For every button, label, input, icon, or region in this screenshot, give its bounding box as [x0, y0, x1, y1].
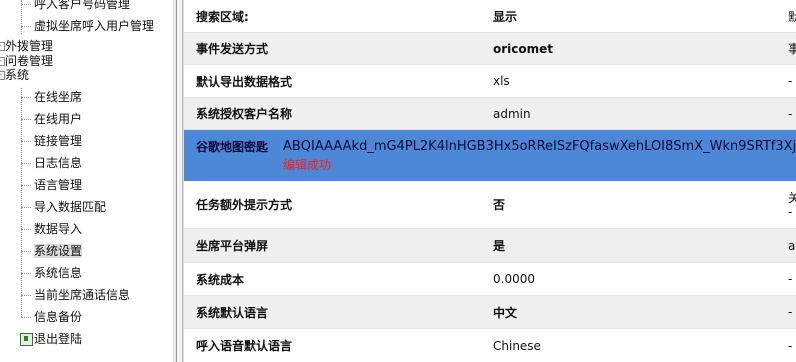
- sidebar-item-label: 虚拟坐席呼入用户管理: [34, 19, 155, 33]
- tree-connector: [21, 4, 31, 5]
- sidebar-item-label: 系统信息: [34, 266, 83, 280]
- setting-value: 是: [493, 239, 506, 253]
- tree-connector: [21, 119, 31, 120]
- setting-label: 系统成本: [196, 272, 245, 287]
- sidebar-item-logout[interactable]: 退出登陆: [34, 330, 82, 348]
- table-row[interactable]: 默认导出数据格式 xls -: [184, 65, 796, 98]
- sidebar-item-logs[interactable]: 日志信息: [34, 154, 82, 172]
- sidebar-item-languages[interactable]: 语言管理: [34, 176, 82, 194]
- sidebar-item-virtual-agent-users[interactable]: 虚拟坐席呼入用户管理: [34, 17, 154, 35]
- panel-splitter[interactable]: [173, 0, 184, 362]
- setting-extra: -: [788, 272, 793, 286]
- sidebar-item-label: 导入数据匹配: [34, 200, 107, 214]
- tree-connector: [21, 97, 31, 98]
- table-row[interactable]: 系统授权客户名称 admin -: [184, 98, 796, 130]
- setting-extra: -: [788, 106, 793, 121]
- setting-label: 系统授权客户名称: [196, 107, 293, 121]
- sidebar-item-label: 语言管理: [34, 178, 83, 192]
- tree-connector: [21, 163, 31, 164]
- setting-label: 默认导出数据格式: [196, 74, 293, 89]
- setting-value: oricomet: [493, 41, 554, 56]
- setting-label: 搜索区域:: [196, 9, 249, 24]
- sidebar-item-label: 信息备份: [34, 310, 83, 324]
- tree-connector: [21, 251, 31, 252]
- tree-connector: [21, 88, 22, 317]
- table-row[interactable]: 事件发送方式 oricomet 事: [184, 33, 796, 65]
- edit-success-message: 编辑成功: [283, 158, 332, 172]
- setting-value: Chinese: [493, 338, 541, 353]
- sidebar-item-current-calls[interactable]: 当前坐席通话信息: [34, 286, 130, 304]
- sidebar-item-import-matching[interactable]: 导入数据匹配: [34, 198, 106, 216]
- sidebar-item-label: 呼入客户号码管理: [34, 0, 131, 11]
- tree-connector: [21, 295, 31, 296]
- setting-value: 否: [493, 198, 506, 212]
- setting-label: 坐席平台弹屏: [196, 239, 269, 253]
- setting-extra: 事: [788, 42, 796, 56]
- sidebar-item-label: 外拨管理: [5, 39, 54, 53]
- setting-label: 系统默认语言: [196, 305, 269, 320]
- sidebar-item-system-info[interactable]: 系统信息: [34, 264, 82, 282]
- settings-table: 搜索区域: 显示 默 事件发送方式 oricomet 事 默认导出数据格式 xl…: [184, 0, 796, 362]
- tree-connector: [21, 273, 31, 274]
- sidebar-item-online-users[interactable]: 在线用户: [34, 110, 82, 128]
- sidebar-item-backup[interactable]: 信息备份: [34, 308, 82, 326]
- sidebar-item-links[interactable]: 链接管理: [34, 132, 82, 150]
- setting-value: 0.0000: [493, 272, 535, 286]
- sidebar-item-label: 数据导入: [34, 222, 83, 236]
- table-row[interactable]: 任务额外提示方式 否 关 -: [184, 181, 796, 229]
- tree-connector: [21, 141, 31, 142]
- tree-connector: [21, 317, 31, 318]
- sidebar-item-inbound-numbers[interactable]: 呼入客户号码管理: [34, 0, 130, 13]
- sidebar-item-label: 当前坐席通话信息: [34, 288, 131, 302]
- sidebar-item-label: 日志信息: [34, 156, 83, 170]
- sidebar-item-system-settings[interactable]: 系统设置: [34, 242, 83, 260]
- navigation-tree: - - - 呼入客户号码管理 虚拟坐席呼入用户管理 外拨管理 问卷管理 系统 在…: [0, 0, 173, 362]
- setting-label: 事件发送方式: [196, 42, 269, 56]
- table-row[interactable]: 坐席平台弹屏 是 ac: [184, 229, 796, 263]
- setting-extra: -: [788, 338, 793, 353]
- sidebar-item-label: 系统设置: [34, 244, 83, 258]
- setting-value: 中文: [493, 305, 518, 320]
- setting-label: 任务额外提示方式: [196, 198, 293, 212]
- tree-connector: [21, 26, 31, 27]
- sidebar-item-label: 退出登陆: [34, 332, 83, 346]
- setting-value: admin: [493, 106, 531, 121]
- tree-connector: [21, 207, 31, 208]
- table-row-editing[interactable]: 谷歌地图密匙 ABQIAAAAkd_mG4PL2K4lnHGB3Hx5oRReI…: [184, 130, 796, 181]
- setting-extra: -: [788, 74, 793, 88]
- setting-extra: 关 -: [788, 190, 796, 219]
- google-map-key-value[interactable]: ABQIAAAAkd_mG4PL2K4lnHGB3Hx5oRReISzFQfas…: [283, 139, 796, 154]
- sidebar-item-system[interactable]: 系统: [5, 66, 29, 84]
- sidebar-item-label: 在线坐席: [34, 90, 83, 104]
- sidebar-item-online-agents[interactable]: 在线坐席: [34, 88, 82, 106]
- tree-connector: [21, 0, 22, 34]
- setting-value: 显示: [493, 9, 518, 24]
- sidebar-item-label: 系统: [5, 68, 30, 82]
- setting-value: xls: [493, 74, 510, 88]
- table-row[interactable]: 呼入语音默认语言 Chinese -: [184, 329, 796, 362]
- sidebar-item-label: 在线用户: [34, 112, 83, 126]
- tree-connector: [21, 229, 31, 230]
- table-row[interactable]: 搜索区域: 显示 默: [184, 0, 796, 33]
- setting-extra: ac: [788, 238, 796, 253]
- sidebar-item-label: 链接管理: [34, 134, 83, 148]
- table-row[interactable]: 系统成本 0.0000 -: [184, 263, 796, 296]
- sidebar-item-data-import[interactable]: 数据导入: [34, 220, 82, 238]
- setting-label: 呼入语音默认语言: [196, 339, 293, 353]
- table-row[interactable]: 系统默认语言 中文 -: [184, 296, 796, 329]
- setting-extra: -: [788, 305, 793, 319]
- setting-extra: 默: [788, 9, 796, 24]
- tree-connector: [21, 185, 31, 186]
- logout-icon[interactable]: [20, 333, 33, 346]
